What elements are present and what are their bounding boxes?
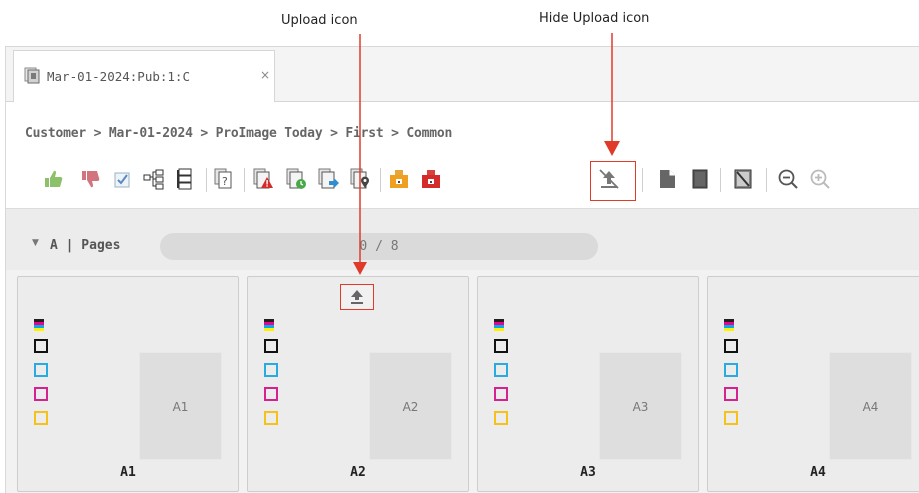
thumbs-down-icon[interactable] xyxy=(79,167,103,191)
color-patch xyxy=(34,387,48,401)
svg-text:?: ? xyxy=(222,175,228,188)
color-patch xyxy=(264,411,278,425)
header-panel xyxy=(6,102,919,208)
toolbar-separator xyxy=(380,168,381,192)
color-patch xyxy=(34,411,48,425)
color-patch xyxy=(494,411,508,425)
document-tab[interactable]: Mar-01-2024:Pub:1:C × xyxy=(13,50,275,102)
plate-orange-icon[interactable] xyxy=(387,167,411,191)
toolbar-separator xyxy=(720,168,721,192)
color-patch xyxy=(724,363,738,377)
cmyk-swatch xyxy=(34,319,44,331)
color-patch xyxy=(34,339,48,353)
color-patch xyxy=(724,339,738,353)
pages-progress-bar: 0 / 8 xyxy=(160,233,598,260)
page-thumbnail[interactable]: A1 xyxy=(139,352,222,460)
zoom-out-icon[interactable] xyxy=(776,167,800,191)
page-query-icon[interactable]: ? xyxy=(212,167,236,191)
page-dark-icon[interactable] xyxy=(688,167,712,191)
toolbar-separator xyxy=(206,168,207,192)
checkbox-icon[interactable] xyxy=(110,167,134,191)
cmyk-swatch xyxy=(264,319,274,331)
page-location-icon[interactable] xyxy=(348,167,372,191)
close-icon[interactable]: × xyxy=(260,68,270,82)
page-card-a3[interactable]: A3 A3 xyxy=(477,276,699,492)
page-crossed-icon[interactable] xyxy=(731,167,755,191)
thumbnail-label: A3 xyxy=(632,400,649,414)
tab-divider xyxy=(6,101,14,102)
color-patch xyxy=(264,387,278,401)
collapse-caret-icon[interactable]: ▼ xyxy=(32,238,39,248)
page-name: A4 xyxy=(810,465,826,480)
thumbnail-label: A1 xyxy=(172,400,189,414)
page-name: A3 xyxy=(580,465,596,480)
page-warning-icon[interactable] xyxy=(251,167,275,191)
document-stack-icon xyxy=(24,67,41,84)
zoom-in-icon[interactable] xyxy=(808,167,832,191)
page-single-icon[interactable] xyxy=(655,167,679,191)
tree-structure-icon[interactable] xyxy=(142,167,166,191)
color-patch xyxy=(264,363,278,377)
upload-icon-annotation: Upload icon xyxy=(281,13,358,28)
upload-button[interactable] xyxy=(340,284,374,310)
color-patch xyxy=(724,387,738,401)
page-thumbnail[interactable]: A4 xyxy=(829,352,912,460)
page-name: A2 xyxy=(350,465,366,480)
thumbs-up-icon[interactable] xyxy=(42,167,66,191)
color-patch xyxy=(724,411,738,425)
page-thumbnail[interactable]: A3 xyxy=(599,352,682,460)
tab-label: Mar-01-2024:Pub:1:C xyxy=(47,69,190,84)
thumbnail-label: A4 xyxy=(862,400,879,414)
hide-upload-highlight-box xyxy=(590,161,636,201)
color-patch xyxy=(264,339,278,353)
cmyk-swatch xyxy=(494,319,504,331)
page-name: A1 xyxy=(120,465,136,480)
color-patch xyxy=(494,387,508,401)
toolbar-separator xyxy=(244,168,245,192)
toolbar-separator xyxy=(766,168,767,192)
color-patch xyxy=(494,363,508,377)
page-forward-icon[interactable] xyxy=(316,167,340,191)
hide-upload-icon-annotation: Hide Upload icon xyxy=(539,11,650,26)
pages-progress-text: 0 / 8 xyxy=(359,239,399,254)
page-thumbnail[interactable]: A2 xyxy=(369,352,452,460)
page-card-a2[interactable]: A2 A2 xyxy=(247,276,469,492)
plate-red-icon[interactable] xyxy=(419,167,443,191)
tab-divider xyxy=(275,101,919,102)
page-card-a1[interactable]: A1 A1 xyxy=(17,276,239,492)
page-clock-icon[interactable] xyxy=(284,167,308,191)
color-patch xyxy=(34,363,48,377)
cmyk-swatch xyxy=(724,319,734,331)
breadcrumb: Customer > Mar-01-2024 > ProImage Today … xyxy=(25,126,453,141)
pages-section-label: A | Pages xyxy=(50,238,121,253)
upload-icon xyxy=(351,290,363,304)
thumbnail-label: A2 xyxy=(402,400,419,414)
list-tree-icon[interactable] xyxy=(173,167,197,191)
color-patch xyxy=(494,339,508,353)
page-card-a4[interactable]: A4 A4 xyxy=(707,276,919,492)
toolbar-separator xyxy=(642,168,643,192)
